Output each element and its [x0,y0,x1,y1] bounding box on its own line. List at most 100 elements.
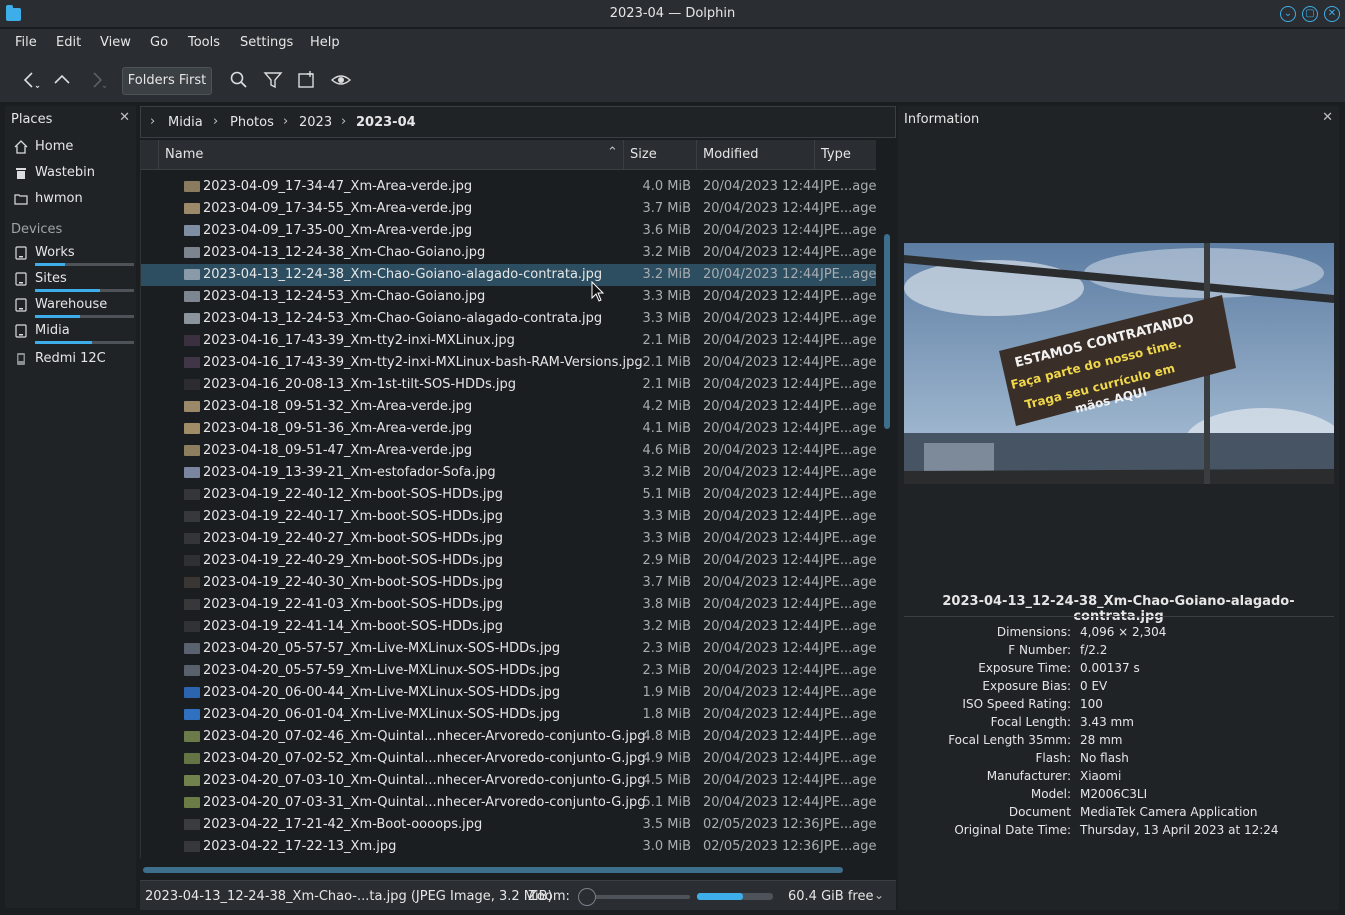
table-row[interactable]: 2023-04-19_22-40-12_Xm-boot-SOS-HDDs.jpg… [141,484,876,506]
close-panel-icon[interactable]: ✕ [1322,110,1333,125]
table-row[interactable]: 2023-04-16_17-43-39_Xm-tty2-inxi-MXLinux… [141,330,876,352]
place-item-wastebin[interactable]: Wastebin [5,162,136,186]
image-thumbnail-icon [184,489,200,500]
file-type: JPE...age [820,597,876,612]
breadcrumb-item[interactable]: 2023 [299,115,332,130]
zoom-slider-handle[interactable] [578,888,596,906]
column-modified[interactable]: Modified [697,140,815,170]
image-thumbnail-icon [184,247,200,258]
places-header: Places [11,112,53,127]
menu-tools[interactable]: Tools [188,35,220,50]
table-row[interactable]: 2023-04-20_05-57-57_Xm-Live-MXLinux-SOS-… [141,638,876,660]
table-row[interactable]: 2023-04-20_05-57-59_Xm-Live-MXLinux-SOS-… [141,660,876,682]
file-type: JPE...age [820,311,876,326]
minimize-icon[interactable]: ⌄ [1280,6,1296,22]
device-item-redmi[interactable]: Redmi 12C [5,348,136,372]
file-modified: 20/04/2023 12:44 [703,311,820,326]
table-row[interactable]: 2023-04-19_22-41-03_Xm-boot-SOS-HDDs.jpg… [141,594,876,616]
chevron-down-icon[interactable]: ⌄ [874,888,884,902]
file-modified: 20/04/2023 12:44 [703,465,820,480]
drive-icon [14,324,28,338]
table-row[interactable]: 2023-04-22_17-21-42_Xm-Boot-oooops.jpg 3.… [141,814,876,836]
file-name: 2023-04-13_12-24-53_Xm-Chao-Goiano.jpg [203,289,486,304]
table-row[interactable]: 2023-04-13_12-24-38_Xm-Chao-Goiano.jpg 3.… [141,242,876,264]
breadcrumb-current[interactable]: 2023-04 [356,115,416,130]
device-item-warehouse[interactable]: Warehouse [5,294,136,318]
breadcrumb-item[interactable]: Photos [230,115,274,130]
maximize-icon[interactable]: ▢ [1302,6,1318,22]
file-size: 2.1 MiB [642,355,691,370]
forward-icon[interactable] [86,69,108,91]
info-filename: 2023-04-13_12-24-38_Xm-Chao-Goiano-alaga… [942,594,1295,624]
table-row[interactable]: 2023-04-19_22-40-17_Xm-boot-SOS-HDDs.jpg… [141,506,876,528]
device-item-works[interactable]: Works [5,242,136,266]
table-row[interactable]: 2023-04-18_09-51-32_Xm-Area-verde.jpg 4.2… [141,396,876,418]
search-icon[interactable] [228,69,250,91]
table-row[interactable]: 2023-04-09_17-34-55_Xm-Area-verde.jpg 3.7… [141,198,876,220]
table-row[interactable]: 2023-04-19_22-40-30_Xm-boot-SOS-HDDs.jpg… [141,572,876,594]
close-panel-icon[interactable]: ✕ [119,110,130,125]
table-row[interactable]: 2023-04-09_17-35-00_Xm-Area-verde.jpg 3.6… [141,220,876,242]
file-list-view[interactable]: Name ⌃ Size Modified Type 2023-04-09_17-… [140,140,876,858]
file-modified: 20/04/2023 12:44 [703,443,820,458]
vertical-scrollbar[interactable] [884,234,890,429]
file-size: 3.2 MiB [642,245,691,260]
table-row[interactable]: 2023-04-13_12-24-38_Xm-Chao-Goiano-alaga… [141,264,876,286]
table-row[interactable]: 2023-04-20_07-03-31_Xm-Quintal...nhecer-… [141,792,876,814]
menu-edit[interactable]: Edit [56,35,81,50]
file-modified: 20/04/2023 12:44 [703,487,820,502]
zoom-slider[interactable] [578,888,690,906]
table-row[interactable]: 2023-04-16_20-08-13_Xm-1st-tilt-SOS-HDDs… [141,374,876,396]
folders-first-button[interactable]: Folders First [122,67,212,95]
place-item-home[interactable]: Home [5,136,136,160]
table-row[interactable]: 2023-04-20_07-02-46_Xm-Quintal...nhecer-… [141,726,876,748]
preview-eye-icon[interactable] [330,69,352,91]
back-icon[interactable] [18,69,40,91]
table-row[interactable]: 2023-04-13_12-24-53_Xm-Chao-Goiano-alaga… [141,308,876,330]
table-row[interactable]: 2023-04-09_17-34-47_Xm-Area-verde.jpg 4.0… [141,176,876,198]
column-type[interactable]: Type [815,140,876,170]
table-row[interactable]: 2023-04-19_13-39-21_Xm-estofador-Sofa.jp… [141,462,876,484]
file-size: 4.6 MiB [642,443,691,458]
free-space-text[interactable]: 60.4 GiB free [788,889,873,904]
menu-settings[interactable]: Settings [240,35,293,50]
table-row[interactable]: 2023-04-18_09-51-36_Xm-Area-verde.jpg 4.1… [141,418,876,440]
table-row[interactable]: 2023-04-20_07-03-10_Xm-Quintal...nhecer-… [141,770,876,792]
up-icon[interactable] [51,69,73,91]
column-size[interactable]: Size [624,140,697,170]
table-row[interactable]: 2023-04-19_22-40-27_Xm-boot-SOS-HDDs.jpg… [141,528,876,550]
table-row[interactable]: 2023-04-20_06-00-44_Xm-Live-MXLinux-SOS-… [141,682,876,704]
breadcrumb-item[interactable]: Midia [168,115,203,130]
file-modified: 20/04/2023 12:44 [703,223,820,238]
table-row[interactable]: 2023-04-22_17-22-13_Xm.jpg 3.0 MiB 02/05/2… [141,836,876,858]
file-name: 2023-04-09_17-34-55_Xm-Area-verde.jpg [203,201,473,216]
horizontal-scrollbar[interactable] [143,867,843,873]
table-row[interactable]: 2023-04-20_06-01-04_Xm-Live-MXLinux-SOS-… [141,704,876,726]
device-item-midia[interactable]: Midia [5,320,136,344]
place-item-hwmon[interactable]: hwmon [5,188,136,212]
file-modified: 20/04/2023 12:44 [703,399,820,414]
chevron-right-icon[interactable]: › [150,114,155,129]
table-row[interactable]: 2023-04-20_07-02-52_Xm-Quintal...nhecer-… [141,748,876,770]
metadata-key: Document [1008,805,1071,819]
filter-icon[interactable] [262,69,284,91]
split-view-icon[interactable] [296,69,318,91]
table-row[interactable]: 2023-04-19_22-41-14_Xm-boot-SOS-HDDs.jpg… [141,616,876,638]
file-size: 4.1 MiB [642,421,691,436]
metadata-key: Original Date Time: [954,823,1071,837]
menu-file[interactable]: File [15,35,37,50]
column-name[interactable]: Name ⌃ [159,140,624,170]
file-size: 4.5 MiB [642,773,691,788]
menu-help[interactable]: Help [310,35,340,50]
device-item-sites[interactable]: Sites [5,268,136,292]
close-window-icon[interactable]: ✕ [1324,6,1340,22]
table-row[interactable]: 2023-04-16_17-43-39_Xm-tty2-inxi-MXLinux… [141,352,876,374]
metadata-value: f/2.2 [1080,643,1108,657]
device-label: Midia [35,323,70,338]
image-thumbnail-icon [184,621,200,632]
menu-go[interactable]: Go [150,35,168,50]
table-row[interactable]: 2023-04-13_12-24-53_Xm-Chao-Goiano.jpg 3.… [141,286,876,308]
table-row[interactable]: 2023-04-19_22-40-29_Xm-boot-SOS-HDDs.jpg… [141,550,876,572]
menu-view[interactable]: View [100,35,131,50]
table-row[interactable]: 2023-04-18_09-51-47_Xm-Area-verde.jpg 4.6… [141,440,876,462]
